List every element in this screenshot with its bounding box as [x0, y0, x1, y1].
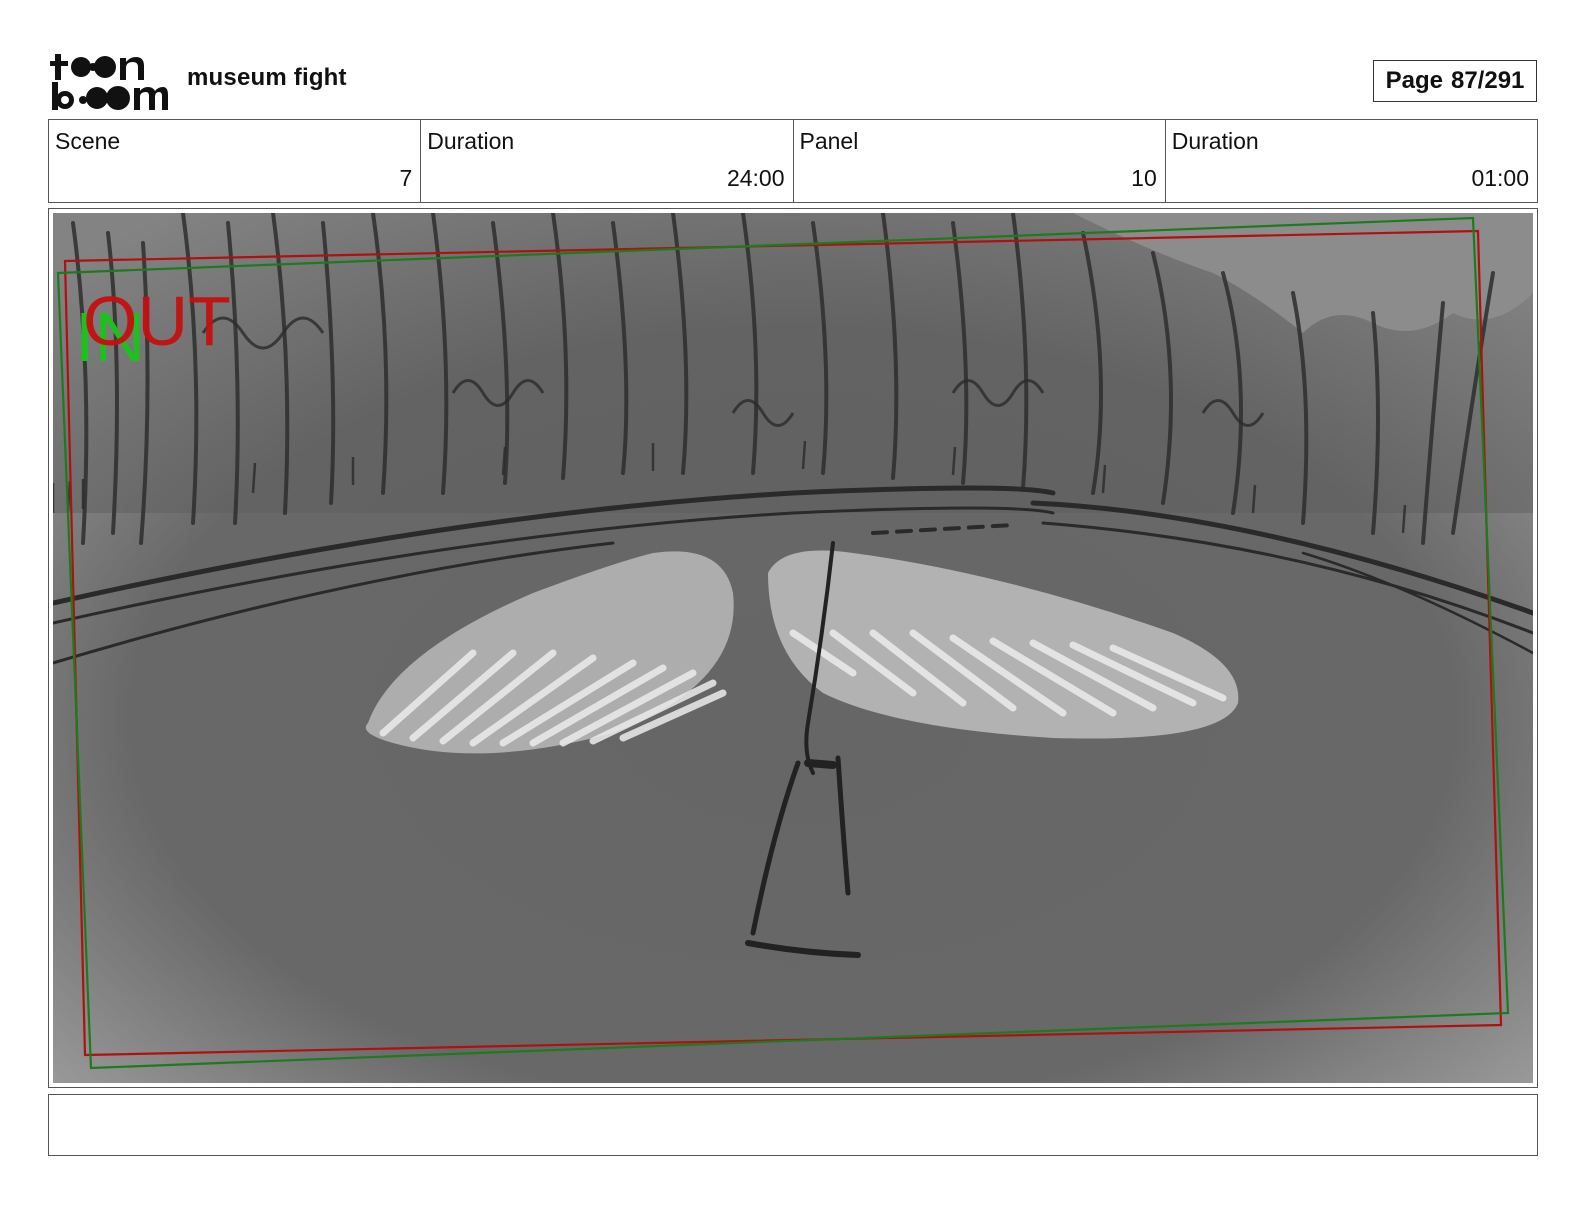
- panel-image: IN OUT: [53, 213, 1533, 1083]
- scene-duration-cell: Duration 24:00: [421, 120, 794, 202]
- page-number: 87/291: [1450, 67, 1525, 94]
- scene-duration-value: 24:00: [726, 165, 785, 191]
- scene-cell: Scene 7: [49, 120, 422, 202]
- toon-boom-logo: [50, 50, 168, 114]
- page-indicator: Page 87/291: [1373, 60, 1537, 102]
- notes-box: [48, 1094, 1538, 1156]
- scene-label: Scene: [55, 128, 121, 154]
- page-label: Page: [1385, 67, 1443, 94]
- scene-value: 7: [399, 165, 413, 191]
- panel-duration-label: Duration: [1171, 128, 1259, 154]
- panel-duration-cell: Duration 01:00: [1166, 120, 1537, 202]
- panel-label: Panel: [799, 128, 859, 154]
- panel-cell: Panel 10: [794, 120, 1166, 202]
- panel-frame: IN OUT: [48, 208, 1538, 1088]
- panel-info-table: Scene 7 Duration 24:00 Panel 10 Duration…: [48, 119, 1538, 203]
- out-label: OUT: [83, 282, 231, 360]
- project-title: museum fight: [187, 64, 347, 91]
- scene-duration-label: Duration: [427, 128, 515, 154]
- panel-duration-value: 01:00: [1471, 165, 1529, 191]
- panel-value: 10: [1131, 165, 1157, 191]
